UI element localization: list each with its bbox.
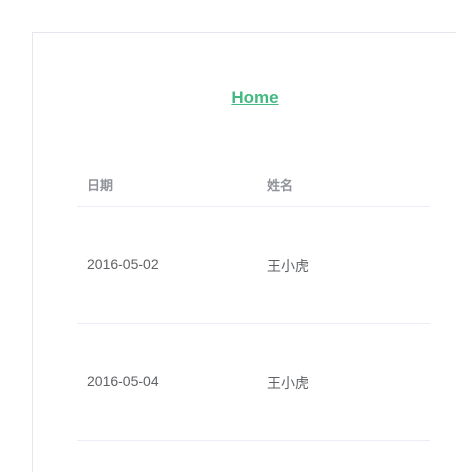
cell-name: 王小虎 [267,375,309,391]
data-table: 日期 姓名 2016-05-02 王小虎 2016-05-04 王小虎 [77,161,430,441]
cell-date: 2016-05-04 [87,373,159,389]
table-header-row: 日期 姓名 [77,161,430,207]
table-row: 2016-05-02 王小虎 [77,207,430,324]
cell-date: 2016-05-02 [87,256,159,272]
home-link[interactable]: Home [231,88,279,108]
column-header-date: 日期 [87,178,114,193]
content-panel: Home 日期 姓名 2016-05-02 王小虎 2016-05-04 王小虎 [32,32,456,472]
column-header-name: 姓名 [267,178,294,193]
table-row: 2016-05-04 王小虎 [77,324,430,441]
cell-name: 王小虎 [267,258,309,274]
